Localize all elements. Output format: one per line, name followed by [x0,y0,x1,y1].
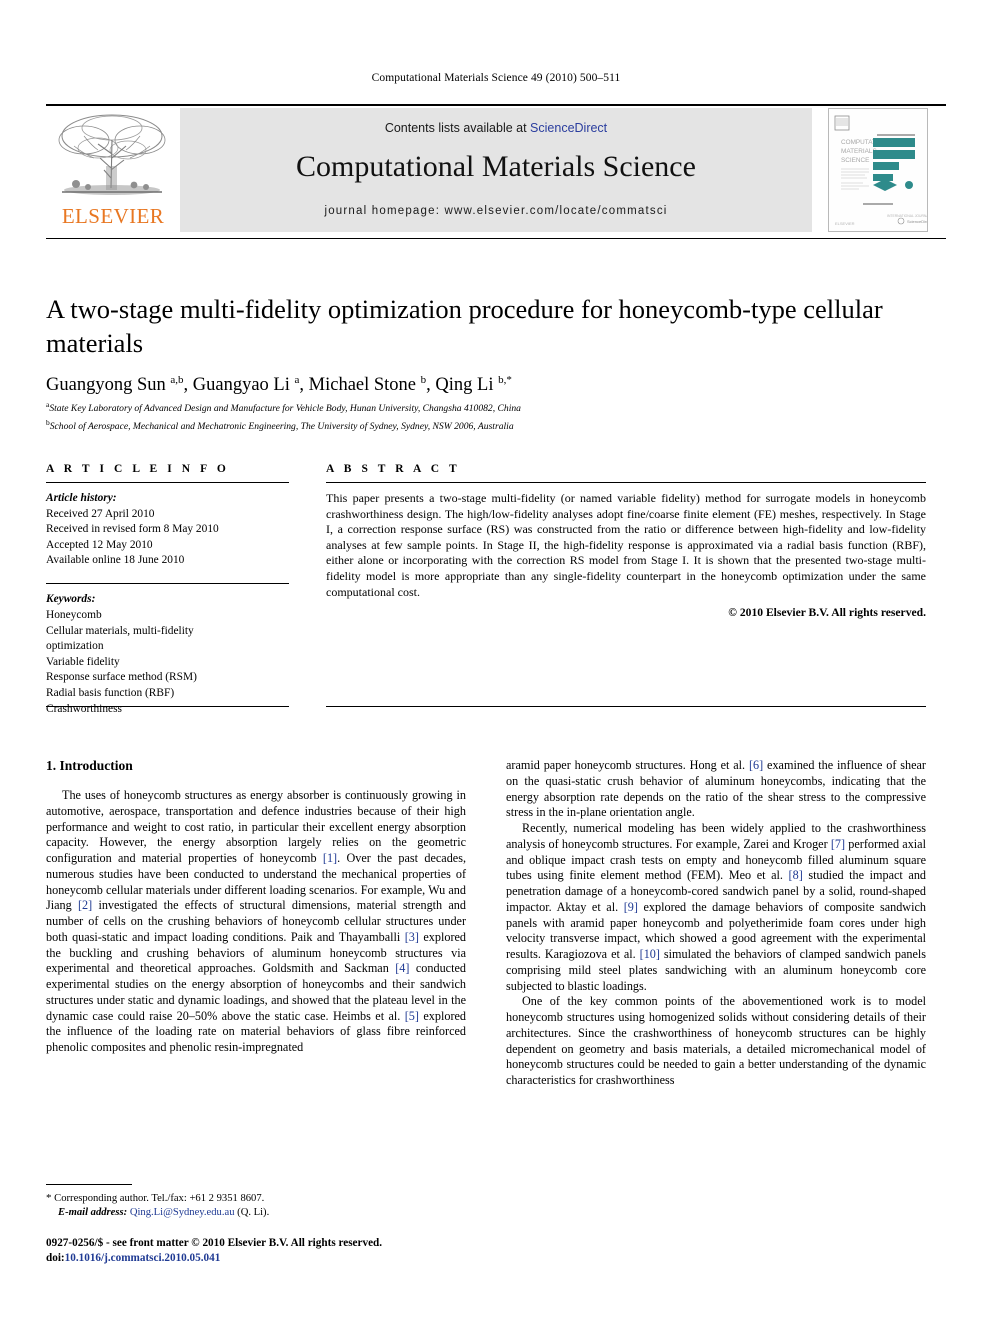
citation-ref[interactable]: [6] [749,758,763,772]
footnote-corresponding-text: Corresponding author. Tel./fax: +61 2 93… [54,1193,265,1204]
history-item: Received 27 April 2010 [46,507,155,520]
article-info-heading: A R T I C L E I N F O [46,463,230,475]
abstract-column: A B S T R A C T This paper presents a tw… [326,463,926,619]
citation-ref[interactable]: [10] [640,947,660,961]
history-item: Received in revised form 8 May 2010 [46,523,219,536]
affiliation-a-text: State Key Laboratory of Advanced Design … [49,403,521,415]
keyword-item: Radial basis function (RBF) [46,686,175,699]
affiliation-a: aState Key Laboratory of Advanced Design… [46,398,926,416]
footnote-rule [46,1184,132,1185]
journal-cover-image: COMPUTATIONAL MATERIALS SCIENCE INTERNAT… [829,109,927,231]
keyword-item: optimization [46,640,104,653]
contents-prefix: Contents lists available at [384,121,531,135]
citation-ref[interactable]: [4] [395,961,409,975]
journal-title-band: Contents lists available at ScienceDirec… [180,108,812,232]
article-info-rule-2 [46,582,289,585]
journal-homepage-link[interactable]: journal homepage: www.elsevier.com/locat… [180,205,812,217]
history-item: Available online 18 June 2010 [46,554,185,567]
journal-cover-thumbnail: COMPUTATIONAL MATERIALS SCIENCE INTERNAT… [828,108,928,232]
abstract-rule-2 [326,706,926,708]
email-suffix: (Q. Li). [237,1207,270,1218]
body-column-left: 1. Introduction The uses of honeycomb st… [46,758,466,1056]
keyword-item: Cellular materials, multi-fidelity [46,624,194,637]
elsevier-tree-icon [58,114,166,195]
abstract-heading: A B S T R A C T [326,463,461,475]
svg-text:SCIENCE: SCIENCE [841,157,869,164]
article-history: Article history: Received 27 April 2010 … [46,491,289,569]
imprint-block: 0927-0256/$ - see front matter © 2010 El… [46,1236,506,1265]
citation-ref[interactable]: [2] [78,898,92,912]
affiliation-b: bSchool of Aerospace, Mechanical and Mec… [46,416,926,434]
keyword-item: Response surface method (RSM) [46,671,197,684]
contents-available-line: Contents lists available at ScienceDirec… [180,121,812,135]
svg-text:ScienceDirect: ScienceDirect [907,219,927,224]
corresponding-author-footnote: * Corresponding author. Tel./fax: +61 2 … [46,1191,466,1220]
imprint-doi-line: doi:10.1016/j.commatsci.2010.05.041 [46,1251,506,1266]
section-heading-introduction: 1. Introduction [46,758,133,773]
paper-page: Computational Materials Science 49 (2010… [0,0,992,1323]
affiliation-list: aState Key Laboratory of Advanced Design… [46,398,926,433]
doi-prefix: doi: [46,1251,65,1264]
abstract-text: This paper presents a two-stage multi-fi… [326,491,926,599]
abstract-copyright: © 2010 Elsevier B.V. All rights reserved… [728,606,926,620]
article-history-label: Article history: [46,492,117,504]
citation-ref[interactable]: [5] [405,1009,419,1023]
keywords-label: Keywords: [46,593,96,606]
header-top-rule [46,104,946,106]
keywords-block: Keywords: Honeycomb Cellular materials, … [46,592,289,717]
svg-text:ELSEVIER: ELSEVIER [835,221,855,226]
keyword-item: Crashworthiness [46,702,122,715]
doi-link[interactable]: 10.1016/j.commatsci.2010.05.041 [65,1252,221,1264]
intro-paragraph-left-1: The uses of honeycomb structures as ener… [46,788,467,1054]
footnote-line-1: * Corresponding author. Tel./fax: +61 2 … [46,1191,466,1206]
footnote-marker: * [46,1192,52,1204]
svg-text:MATERIALS: MATERIALS [841,148,877,155]
article-info-rule-3 [46,706,289,708]
abstract-rule-1 [326,482,926,483]
imprint-issn-line: 0927-0256/$ - see front matter © 2010 El… [46,1237,383,1249]
sciencedirect-link[interactable]: ScienceDirect [530,121,607,135]
elsevier-logo: ELSEVIER [46,108,180,232]
body-column-right: aramid paper honeycomb structures. Hong … [506,758,926,1089]
footnote-line-2: E-mail address: Qing.Li@Sydney.edu.au (Q… [46,1206,466,1220]
intro-paragraph-right-3: One of the key common points of the abov… [506,994,926,1087]
intro-paragraph-right-2: Recently, numerical modeling has been wi… [506,821,927,993]
keyword-item: Variable fidelity [46,655,120,668]
article-info-column: A R T I C L E I N F O Article history: R… [46,463,289,717]
history-item: Accepted 12 May 2010 [46,538,153,551]
citation-ref[interactable]: [1] [323,851,337,865]
citation-ref[interactable]: [7] [831,837,845,851]
author-list: Guangyong Sun a,b, Guangyao Li a, Michae… [46,374,512,396]
article-info-rule-1 [46,482,289,483]
citation-ref[interactable]: [9] [624,900,638,914]
keyword-item: Honeycomb [46,608,102,621]
running-head: Computational Materials Science 49 (2010… [371,72,621,84]
svg-text:INTERNATIONAL JOURNAL: INTERNATIONAL JOURNAL [887,214,927,218]
article-title: A two-stage multi-fidelity optimization … [46,294,883,358]
journal-title: Computational Materials Science [296,150,696,183]
affiliation-b-text: School of Aerospace, Mechanical and Mech… [49,420,514,432]
journal-header-band: ELSEVIER Contents lists available at Sci… [46,108,946,232]
citation-ref[interactable]: [8] [789,868,803,882]
elsevier-wordmark: ELSEVIER [61,204,165,228]
email-link[interactable]: Qing.Li@Sydney.edu.au [130,1207,235,1218]
email-label: E-mail address: [58,1207,128,1218]
citation-ref[interactable]: [3] [405,930,419,944]
intro-paragraph-right-1: aramid paper honeycomb structures. Hong … [506,758,926,820]
header-bottom-rule [46,238,946,239]
